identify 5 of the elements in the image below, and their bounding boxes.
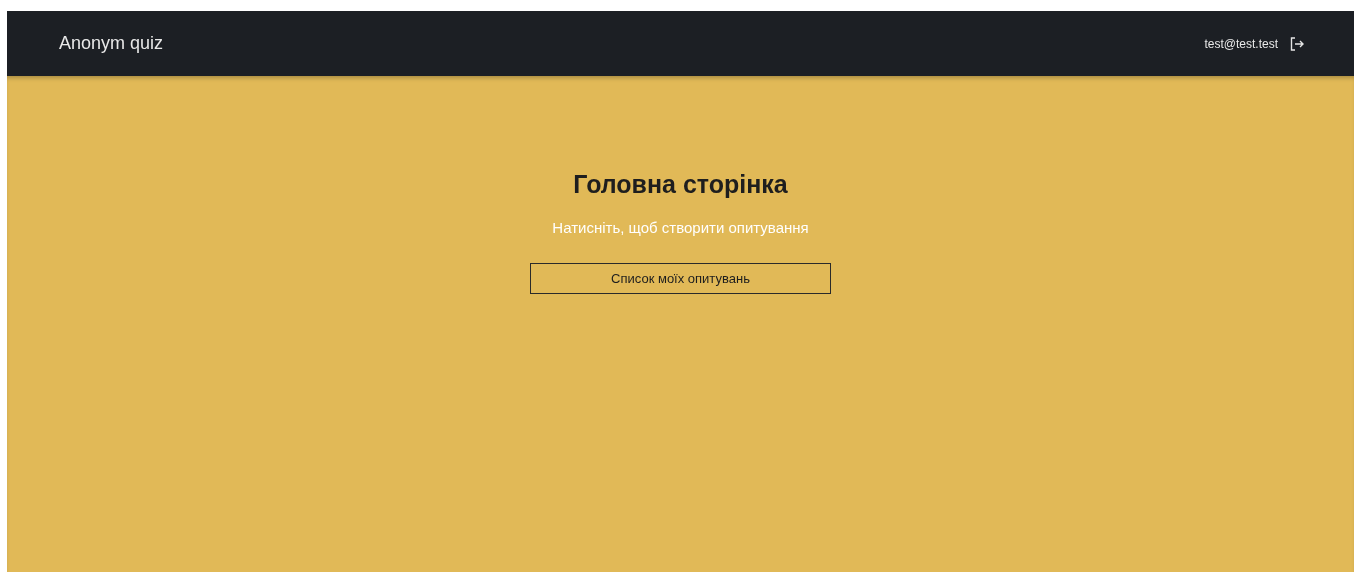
user-email: test@test.test [1204,36,1278,51]
logout-icon[interactable] [1290,36,1304,51]
page-title: Головна сторінка [573,170,788,199]
brand-title[interactable]: Anonym quiz [59,33,164,54]
my-quizzes-button[interactable]: Список моїх опитувань [530,263,831,294]
